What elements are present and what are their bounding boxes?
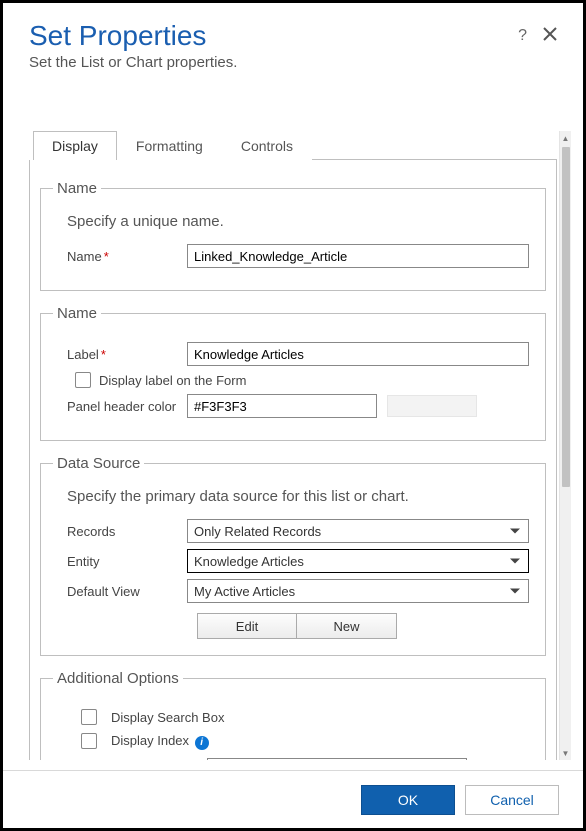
info-icon[interactable]: i (195, 736, 209, 750)
new-button[interactable]: New (297, 613, 397, 639)
panel-color-input[interactable] (187, 394, 377, 418)
group-data-source: Data Source Specify the primary data sou… (40, 455, 546, 656)
name-hint: Specify a unique name. (67, 213, 529, 230)
view-selector-select[interactable]: Off (207, 758, 467, 761)
display-label-text: Display label on the Form (99, 373, 246, 388)
tab-display[interactable]: Display (33, 131, 117, 160)
entity-label: Entity (57, 554, 187, 569)
display-index-checkbox[interactable] (81, 733, 97, 749)
panel-color-swatch (387, 395, 477, 417)
panel-color-label: Panel header color (57, 399, 187, 414)
scroll-thumb[interactable] (562, 147, 570, 487)
group-legend: Additional Options (53, 670, 183, 687)
dialog-title: Set Properties (29, 21, 518, 52)
datasource-hint: Specify the primary data source for this… (67, 488, 529, 505)
display-search-checkbox[interactable] (81, 709, 97, 725)
tab-formatting[interactable]: Formatting (117, 131, 222, 160)
dialog-subtitle: Set the List or Chart properties. (29, 54, 518, 71)
help-icon[interactable]: ? (518, 27, 527, 46)
group-legend: Name (53, 180, 101, 197)
cancel-button[interactable]: Cancel (465, 785, 559, 815)
label-input[interactable] (187, 342, 529, 366)
records-label: Records (57, 524, 187, 539)
scroll-up-icon[interactable]: ▲ (560, 131, 571, 145)
label-label: Label* (57, 347, 187, 362)
display-index-label: Display Index i (111, 733, 209, 750)
default-view-select[interactable]: My Active Articles (187, 579, 529, 603)
close-icon[interactable] (543, 27, 557, 46)
scrollbar[interactable]: ▲ ▼ (559, 131, 571, 760)
tab-controls[interactable]: Controls (222, 131, 312, 160)
name-label: Name* (57, 249, 187, 264)
records-select[interactable]: Only Related Records (187, 519, 529, 543)
group-legend: Data Source (53, 455, 144, 472)
display-label-checkbox[interactable] (75, 372, 91, 388)
group-legend: Name (53, 305, 101, 322)
scroll-down-icon[interactable]: ▼ (560, 746, 571, 760)
edit-button[interactable]: Edit (197, 613, 297, 639)
name-input[interactable] (187, 244, 529, 268)
default-view-label: Default View (57, 584, 187, 599)
group-additional-options: Additional Options Display Search Box Di… (40, 670, 546, 760)
entity-select[interactable]: Knowledge Articles (187, 549, 529, 573)
display-search-label: Display Search Box (111, 710, 224, 725)
ok-button[interactable]: OK (361, 785, 455, 815)
group-name-unique: Name Specify a unique name. Name* (40, 180, 546, 291)
group-name-label: Name Label* Display label on the Form Pa… (40, 305, 546, 441)
